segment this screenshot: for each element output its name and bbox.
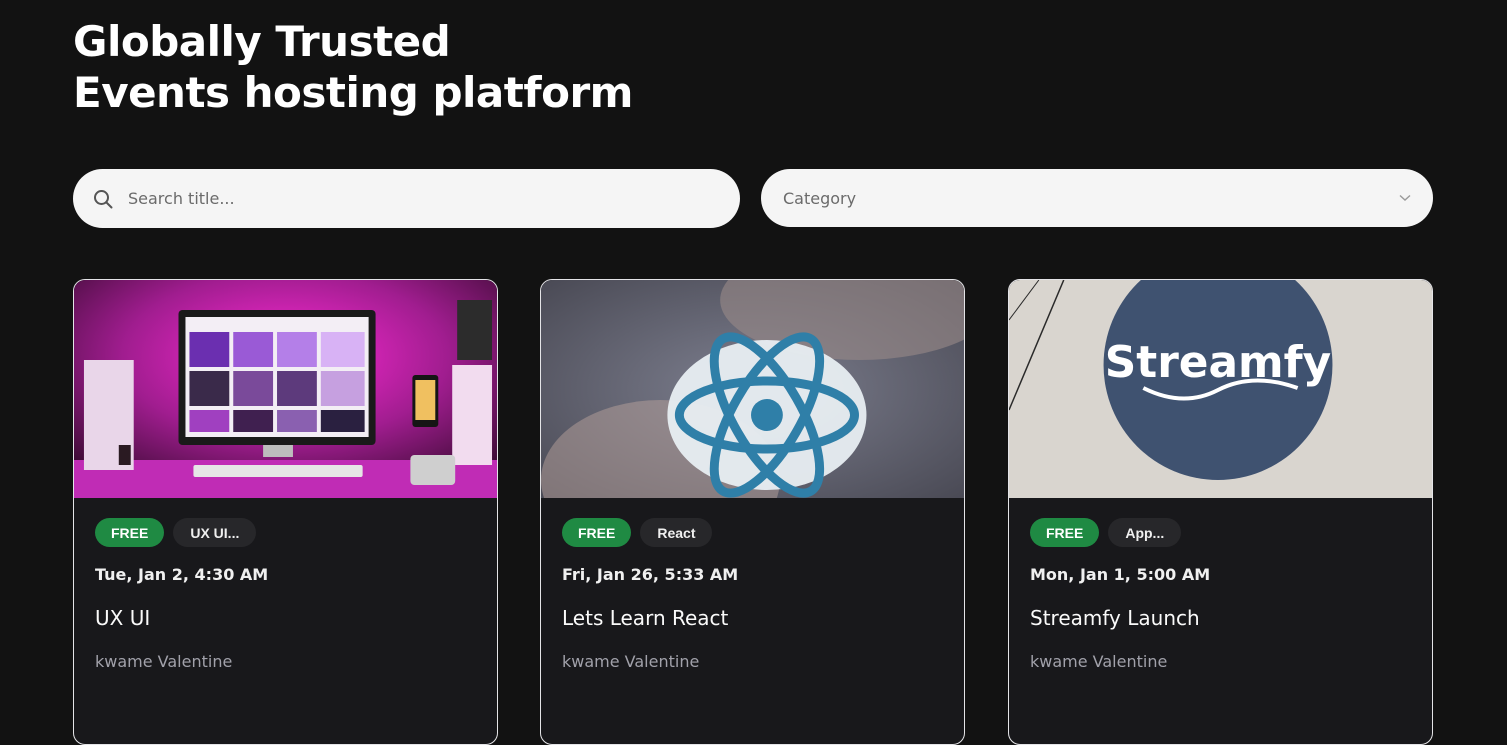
- price-badge: FREE: [1030, 518, 1100, 547]
- event-card-body: FREE React Fri, Jan 26, 5:33 AM Lets Lea…: [541, 498, 964, 691]
- event-image-react-sticker: [541, 280, 964, 498]
- price-badge: FREE: [95, 518, 165, 547]
- streamfy-logo-text: Streamfy: [1105, 337, 1331, 388]
- search-icon: [93, 189, 113, 209]
- category-select-label: Category: [783, 188, 857, 208]
- hero-title-line-2: Events hosting platform: [73, 68, 633, 117]
- event-organizer: kwame Valentine: [1030, 652, 1168, 671]
- event-image-streamfy-logo: Streamfy: [1009, 280, 1432, 498]
- event-organizer: kwame Valentine: [562, 652, 700, 671]
- hero-title: Globally Trusted Events hosting platform: [73, 16, 633, 118]
- category-badge: App...: [1108, 518, 1182, 547]
- price-badge: FREE: [562, 518, 632, 547]
- event-badges: FREE UX UI...: [95, 518, 476, 547]
- event-card[interactable]: Streamfy FREE App... Mon, Jan 1, 5:00 AM…: [1008, 279, 1433, 745]
- search-input[interactable]: [128, 183, 688, 214]
- events-page: Globally Trusted Events hosting platform…: [0, 0, 1507, 745]
- hero-title-line-1: Globally Trusted: [73, 17, 451, 66]
- event-date: Fri, Jan 26, 5:33 AM: [562, 565, 739, 584]
- event-card[interactable]: FREE React Fri, Jan 26, 5:33 AM Lets Lea…: [540, 279, 965, 745]
- event-badges: FREE React: [562, 518, 943, 547]
- event-badges: FREE App...: [1030, 518, 1411, 547]
- event-organizer: kwame Valentine: [95, 652, 233, 671]
- event-date: Mon, Jan 1, 5:00 AM: [1030, 565, 1211, 584]
- event-card[interactable]: FREE UX UI... Tue, Jan 2, 4:30 AM UX UI …: [73, 279, 498, 745]
- event-title[interactable]: UX UI: [95, 606, 476, 630]
- event-image-desk-setup: [74, 280, 497, 498]
- search-bar: [73, 169, 740, 228]
- event-card-body: FREE UX UI... Tue, Jan 2, 4:30 AM UX UI …: [74, 498, 497, 691]
- chevron-down-icon: [1399, 189, 1411, 207]
- category-badge: UX UI...: [173, 518, 257, 547]
- event-title[interactable]: Streamfy Launch: [1030, 606, 1411, 630]
- category-badge: React: [640, 518, 713, 547]
- category-select[interactable]: Category: [761, 169, 1433, 227]
- event-date: Tue, Jan 2, 4:30 AM: [95, 565, 269, 584]
- event-title[interactable]: Lets Learn React: [562, 606, 943, 630]
- event-card-body: FREE App... Mon, Jan 1, 5:00 AM Streamfy…: [1009, 498, 1432, 691]
